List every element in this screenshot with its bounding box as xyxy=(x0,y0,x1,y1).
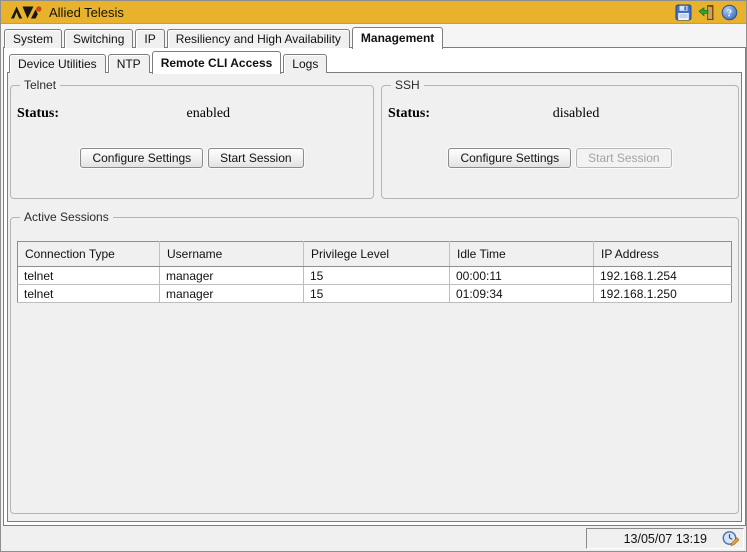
logout-door-icon[interactable] xyxy=(698,4,715,21)
column-header-idle-time[interactable]: Idle Time xyxy=(450,242,594,267)
application-window: Allied Telesis xyxy=(0,0,747,552)
app-title: Allied Telesis xyxy=(49,5,124,20)
svg-text:?: ? xyxy=(727,8,732,19)
cell-username: manager xyxy=(160,285,304,303)
ssh-status-label: Status: xyxy=(388,106,430,122)
telnet-status-value: enabled xyxy=(187,106,231,122)
table-row[interactable]: telnet manager 15 01:09:34 192.168.1.250 xyxy=(18,285,732,303)
ssh-status-row: Status: disabled xyxy=(382,104,738,134)
telnet-status-row: Status: enabled xyxy=(11,104,373,134)
tab-device-utilities[interactable]: Device Utilities xyxy=(9,54,106,73)
telnet-configure-settings-button[interactable]: Configure Settings xyxy=(80,148,203,168)
title-bar: Allied Telesis xyxy=(1,1,746,24)
ssh-group: SSH Status: disabled Configure Settings … xyxy=(381,78,739,199)
tab-logs[interactable]: Logs xyxy=(283,54,327,73)
datetime-box: 13/05/07 13:19 xyxy=(586,528,744,549)
column-header-username[interactable]: Username xyxy=(160,242,304,267)
cell-privilege-level: 15 xyxy=(304,285,450,303)
column-header-ip-address[interactable]: IP Address xyxy=(594,242,732,267)
telnet-group-label: Telnet xyxy=(20,78,60,92)
datetime-text: 13/05/07 13:19 xyxy=(624,532,707,546)
ssh-start-session-button[interactable]: Start Session xyxy=(576,148,671,168)
save-icon[interactable] xyxy=(675,4,692,21)
tab-ip[interactable]: IP xyxy=(135,29,164,48)
tab-ntp[interactable]: NTP xyxy=(108,54,150,73)
table-row[interactable]: telnet manager 15 00:00:11 192.168.1.254 xyxy=(18,267,732,285)
telnet-status-label: Status: xyxy=(17,106,59,122)
telnet-buttons: Configure Settings Start Session xyxy=(11,148,373,168)
cell-privilege-level: 15 xyxy=(304,267,450,285)
column-header-connection-type[interactable]: Connection Type xyxy=(18,242,160,267)
ssh-configure-settings-button[interactable]: Configure Settings xyxy=(448,148,571,168)
tab-resiliency[interactable]: Resiliency and High Availability xyxy=(167,29,350,48)
telnet-start-session-button[interactable]: Start Session xyxy=(208,148,303,168)
management-panel: Device Utilities NTP Remote CLI Access L… xyxy=(3,47,746,526)
table-header-row: Connection Type Username Privilege Level… xyxy=(18,242,732,267)
primary-tab-bar: System Switching IP Resiliency and High … xyxy=(4,28,443,48)
tab-system[interactable]: System xyxy=(4,29,62,48)
titlebar-actions: ? xyxy=(675,4,738,21)
active-sessions-group: Active Sessions Connection Type Username… xyxy=(10,210,739,514)
cell-ip-address: 192.168.1.250 xyxy=(594,285,732,303)
telnet-group: Telnet Status: enabled Configure Setting… xyxy=(10,78,374,199)
allied-telesis-logo-icon xyxy=(11,6,42,19)
tab-remote-cli-access[interactable]: Remote CLI Access xyxy=(152,51,282,74)
ssh-buttons: Configure Settings Start Session xyxy=(382,148,738,168)
clock-edit-icon[interactable] xyxy=(722,530,739,547)
tab-management[interactable]: Management xyxy=(352,27,443,49)
ssh-group-label: SSH xyxy=(391,78,424,92)
active-sessions-table: Connection Type Username Privilege Level… xyxy=(17,241,732,303)
column-header-privilege-level[interactable]: Privilege Level xyxy=(304,242,450,267)
ssh-status-value: disabled xyxy=(553,106,600,122)
status-bar: 13/05/07 13:19 xyxy=(1,526,746,551)
cell-connection-type: telnet xyxy=(18,267,160,285)
help-icon[interactable]: ? xyxy=(721,4,738,21)
cell-idle-time: 01:09:34 xyxy=(450,285,594,303)
cell-username: manager xyxy=(160,267,304,285)
tab-switching[interactable]: Switching xyxy=(64,29,133,48)
cell-connection-type: telnet xyxy=(18,285,160,303)
cell-ip-address: 192.168.1.254 xyxy=(594,267,732,285)
active-sessions-group-label: Active Sessions xyxy=(20,210,113,224)
remote-cli-access-panel: Telnet Status: enabled Configure Setting… xyxy=(7,72,742,522)
cell-idle-time: 00:00:11 xyxy=(450,267,594,285)
secondary-tab-bar: Device Utilities NTP Remote CLI Access L… xyxy=(9,52,327,73)
